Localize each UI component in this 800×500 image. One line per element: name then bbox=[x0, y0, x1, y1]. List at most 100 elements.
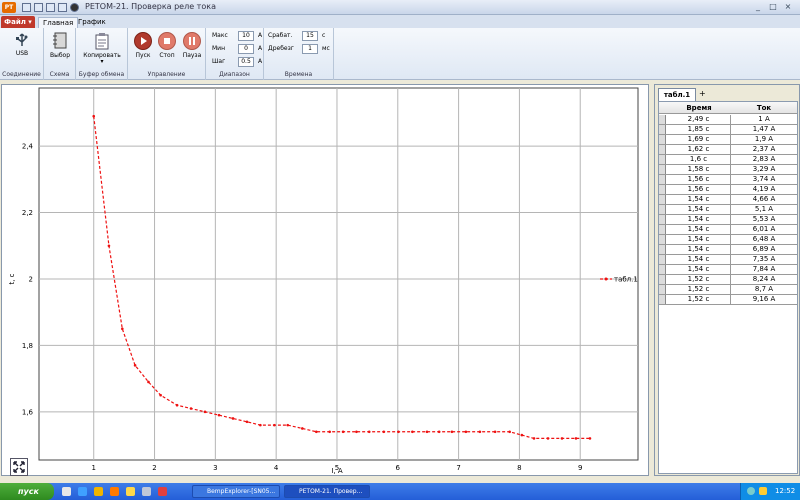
data-point[interactable] bbox=[217, 413, 221, 417]
table-row[interactable]: 1,58 с 3,29 А bbox=[659, 165, 797, 175]
data-point[interactable] bbox=[203, 410, 207, 414]
data-point[interactable] bbox=[159, 393, 162, 397]
row-selector[interactable] bbox=[659, 165, 666, 174]
row-selector[interactable] bbox=[659, 195, 666, 204]
cell-current[interactable]: 1 А bbox=[731, 115, 797, 124]
table-row[interactable]: 1,52 с 8,7 А bbox=[659, 285, 797, 295]
close-button[interactable]: × bbox=[782, 2, 794, 12]
cell-current[interactable]: 8,24 А bbox=[731, 275, 797, 284]
file-menu-button[interactable]: Файл ▾ bbox=[1, 16, 35, 28]
data-point[interactable] bbox=[588, 437, 592, 440]
step-field[interactable]: 0.5 bbox=[238, 57, 254, 67]
table-row[interactable]: 1,6 с 2,83 А bbox=[659, 155, 797, 165]
row-selector[interactable] bbox=[659, 155, 666, 164]
tray-network-icon[interactable] bbox=[747, 487, 755, 495]
cell-current[interactable]: 5,1 А bbox=[731, 205, 797, 214]
cell-current[interactable]: 6,01 А bbox=[731, 225, 797, 234]
cell-current[interactable]: 1,9 А bbox=[731, 135, 797, 144]
series-line[interactable] bbox=[93, 116, 590, 440]
quicklaunch-folder-icon[interactable] bbox=[94, 487, 103, 496]
cell-time[interactable]: 1,52 с bbox=[667, 285, 731, 294]
data-point[interactable] bbox=[175, 403, 179, 407]
table-row[interactable]: 1,54 с 5,1 А bbox=[659, 205, 797, 215]
cell-current[interactable]: 7,84 А bbox=[731, 265, 797, 274]
cell-time[interactable]: 1,54 с bbox=[667, 205, 731, 214]
cell-current[interactable]: 3,74 А bbox=[731, 175, 797, 184]
cell-time[interactable]: 1,54 с bbox=[667, 235, 731, 244]
table-row[interactable]: 1,52 с 8,24 А bbox=[659, 275, 797, 285]
cell-current[interactable]: 2,37 А bbox=[731, 145, 797, 154]
data-point[interactable] bbox=[286, 423, 290, 427]
chevron-down-icon[interactable]: ▾ bbox=[80, 59, 124, 65]
column-header-time[interactable]: Время bbox=[667, 104, 731, 112]
copy-button[interactable]: Копировать ▾ bbox=[80, 32, 124, 65]
tab-table-1[interactable]: табл.1 bbox=[658, 88, 696, 101]
data-point[interactable] bbox=[532, 437, 536, 440]
data-point[interactable] bbox=[437, 430, 441, 434]
bounce-field[interactable]: 1 bbox=[302, 44, 318, 54]
quicklaunch-app-icon[interactable] bbox=[126, 487, 135, 496]
cell-current[interactable]: 2,83 А bbox=[731, 155, 797, 164]
data-point[interactable] bbox=[450, 430, 454, 434]
cell-time[interactable]: 1,56 с bbox=[667, 185, 731, 194]
cell-time[interactable]: 1,54 с bbox=[667, 225, 731, 234]
cell-time[interactable]: 1,54 с bbox=[667, 195, 731, 204]
data-point[interactable] bbox=[397, 430, 400, 434]
quicklaunch-desktop-icon[interactable] bbox=[62, 487, 71, 496]
data-point[interactable] bbox=[133, 364, 137, 367]
data-point[interactable] bbox=[147, 380, 150, 384]
data-table[interactable]: Время Ток 2,49 с1 А 1,85 с 1,47 А 1,69 с 1,9… bbox=[658, 101, 798, 474]
cell-time[interactable]: 1,54 с bbox=[667, 265, 731, 274]
row-selector[interactable] bbox=[659, 125, 666, 134]
table-row[interactable]: 1,56 с 3,74 А bbox=[659, 175, 797, 185]
data-point[interactable] bbox=[411, 430, 414, 434]
quicklaunch-firefox-icon[interactable] bbox=[110, 487, 119, 496]
data-point[interactable] bbox=[121, 327, 124, 331]
chart-area[interactable]: 1 2 3 4 5 6 7 8 9 1,6 1,8 2 2,2 2,4 I, At, c табл.1 bbox=[1, 84, 649, 476]
start-button[interactable]: Пуск bbox=[132, 32, 154, 59]
row-selector[interactable] bbox=[659, 255, 666, 264]
cell-current[interactable]: 3,29 А bbox=[731, 165, 797, 174]
data-point[interactable] bbox=[464, 430, 468, 434]
tab-home[interactable]: Главная bbox=[38, 17, 79, 28]
data-point[interactable] bbox=[231, 417, 235, 420]
taskbar-task-bempexplorer[interactable]: BempExplorer-[SN05... bbox=[192, 485, 280, 498]
cell-current[interactable]: 6,89 А bbox=[731, 245, 797, 254]
cell-current[interactable]: 4,66 А bbox=[731, 195, 797, 204]
cell-current[interactable]: 5,53 А bbox=[731, 215, 797, 224]
cell-time[interactable]: 1,58 с bbox=[667, 165, 731, 174]
quick-access-menu-icon[interactable] bbox=[70, 3, 79, 12]
quick-access-settings-icon[interactable] bbox=[58, 3, 67, 12]
table-row[interactable]: 1,62 с 2,37 А bbox=[659, 145, 797, 155]
quick-access-print-icon[interactable] bbox=[46, 3, 55, 12]
tab-graph[interactable]: График bbox=[74, 17, 110, 28]
pause-button[interactable]: Пауза bbox=[180, 32, 204, 59]
row-selector[interactable] bbox=[659, 215, 666, 224]
data-point[interactable] bbox=[560, 437, 564, 440]
data-point[interactable] bbox=[341, 430, 345, 434]
table-row[interactable]: 1,54 с 6,89 А bbox=[659, 245, 797, 255]
table-row[interactable]: 1,54 с 7,84 А bbox=[659, 265, 797, 275]
data-point[interactable] bbox=[189, 407, 193, 410]
row-selector[interactable] bbox=[659, 135, 666, 144]
select-scheme-button[interactable]: Выбор bbox=[47, 32, 73, 59]
table-row[interactable]: 1,56 с 4,19 А bbox=[659, 185, 797, 195]
expand-icon[interactable] bbox=[10, 458, 28, 476]
data-point[interactable] bbox=[301, 427, 304, 430]
data-point[interactable] bbox=[493, 430, 497, 434]
stop-button[interactable]: Стоп bbox=[156, 32, 178, 59]
maximize-button[interactable]: □ bbox=[767, 2, 779, 12]
data-point[interactable] bbox=[315, 430, 318, 434]
data-point[interactable] bbox=[382, 430, 386, 434]
table-row[interactable]: 1,54 с 6,01 А bbox=[659, 225, 797, 235]
table-row[interactable]: 2,49 с1 А bbox=[659, 115, 797, 125]
quicklaunch-misc-icon[interactable] bbox=[158, 487, 167, 496]
table-row[interactable]: 1,54 с 5,53 А bbox=[659, 215, 797, 225]
taskbar-task-retom[interactable]: РЕТОМ-21. Провер... bbox=[284, 485, 370, 498]
table-row[interactable]: 1,54 с 6,48 А bbox=[659, 235, 797, 245]
row-selector[interactable] bbox=[659, 265, 666, 274]
data-point[interactable] bbox=[355, 430, 358, 434]
cell-time[interactable]: 1,54 с bbox=[667, 245, 731, 254]
row-selector[interactable] bbox=[659, 295, 666, 304]
max-field[interactable]: 10 bbox=[238, 31, 254, 41]
